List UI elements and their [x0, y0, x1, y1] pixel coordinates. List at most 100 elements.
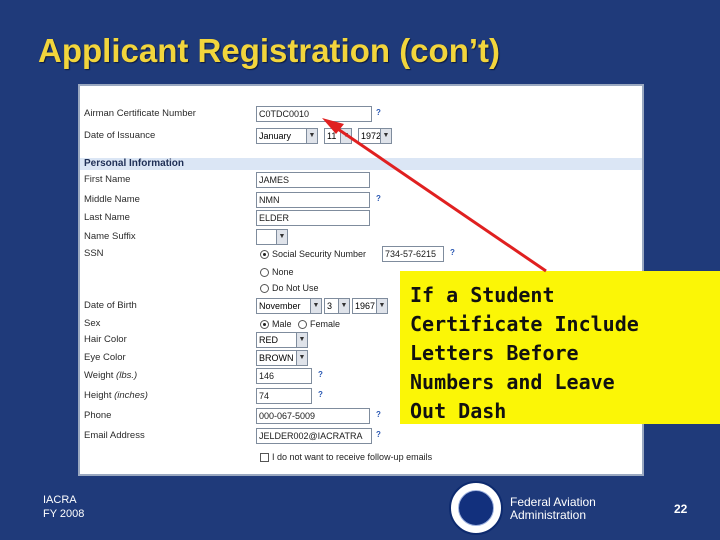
- callout-note: If a Student Certificate Include Letters…: [400, 271, 720, 424]
- dob-month-select[interactable]: November ▼: [256, 298, 322, 314]
- eye-label: Eye Color: [84, 352, 126, 363]
- issuance-day-select[interactable]: 11 ▼: [324, 128, 352, 144]
- height-unit: (inches): [114, 390, 148, 401]
- dob-day-value: 3: [327, 301, 333, 311]
- dob-year-value: 1967: [355, 301, 376, 311]
- height-label: Height: [84, 390, 112, 401]
- followup-row: I do not want to receive follow-up email…: [80, 450, 642, 468]
- middle-name-label: Middle Name: [84, 194, 140, 205]
- dob-year-select[interactable]: 1967 ▼: [352, 298, 388, 314]
- middle-name-row: Middle Name NMN ?: [80, 192, 642, 210]
- issuance-row: Date of Issuance January ▼ 11 ▼ 1972 ▼: [80, 128, 642, 146]
- suffix-row: Name Suffix ▼: [80, 229, 642, 247]
- issuance-year-value: 1972: [361, 131, 382, 141]
- callout-line: Numbers and Leave: [410, 370, 615, 394]
- ssn-input[interactable]: 734-57-6215: [382, 246, 444, 262]
- radio-icon: [298, 320, 307, 330]
- followup-label: I do not want to receive follow-up email…: [272, 452, 433, 462]
- footer-program-line2: FY 2008: [43, 508, 85, 520]
- first-name-label: First Name: [84, 174, 131, 185]
- help-icon[interactable]: ?: [374, 430, 383, 439]
- hair-value: RED: [259, 335, 279, 345]
- section-personal-information: Personal Information: [80, 158, 642, 170]
- weight-unit: (lbs.): [116, 370, 138, 381]
- issuance-month-value: January: [259, 131, 292, 141]
- issuance-year-select[interactable]: 1972 ▼: [358, 128, 392, 144]
- callout-line: Out Dash: [410, 399, 507, 423]
- weight-label: Weight: [84, 370, 114, 381]
- dob-day-select[interactable]: 3 ▼: [324, 298, 350, 314]
- eye-select[interactable]: BROWN ▼: [256, 350, 308, 366]
- faa-seal-icon: [449, 481, 503, 535]
- sex-female-label: Female: [310, 319, 341, 329]
- footer-program-line1: IACRA: [43, 494, 77, 506]
- radio-icon: [260, 284, 269, 294]
- ssn-none-label: None: [272, 267, 294, 277]
- eye-value: BROWN: [259, 353, 294, 363]
- sex-label: Sex: [84, 318, 101, 329]
- phone-input[interactable]: 000-067-5009: [256, 408, 370, 424]
- chevron-down-icon: ▼: [380, 129, 391, 143]
- help-icon[interactable]: ?: [374, 194, 383, 203]
- sex-radio-male[interactable]: Male: [260, 319, 292, 330]
- help-icon[interactable]: ?: [448, 248, 457, 257]
- issuance-day-value: 11: [327, 131, 337, 141]
- followup-checkbox[interactable]: I do not want to receive follow-up email…: [260, 452, 433, 463]
- callout-line: Letters Before: [410, 341, 579, 365]
- email-row: Email Address JELDER002@IACRATRA ?: [80, 428, 642, 446]
- issuance-month-select[interactable]: January ▼: [256, 128, 318, 144]
- page-number: 22: [674, 502, 688, 516]
- help-icon[interactable]: ?: [316, 390, 325, 399]
- callout-line: Certificate Include: [410, 312, 639, 336]
- chevron-down-icon: ▼: [296, 333, 307, 347]
- weight-input[interactable]: 146: [256, 368, 312, 384]
- sex-male-label: Male: [272, 319, 292, 329]
- airman-cert-input[interactable]: C0TDC0010: [256, 106, 372, 122]
- ssn-row: SSN Social Security Number 734-57-6215 ?: [80, 246, 642, 264]
- first-name-input[interactable]: JAMES: [256, 172, 370, 188]
- faa-seal-inner: [458, 490, 494, 526]
- hair-label: Hair Color: [84, 334, 127, 345]
- chevron-down-icon: ▼: [340, 129, 351, 143]
- weight-label-wrap: Weight (lbs.): [84, 370, 137, 381]
- sex-radio-female[interactable]: Female: [298, 319, 341, 330]
- ssn-label: SSN: [84, 248, 104, 259]
- radio-selected-icon: [260, 320, 269, 330]
- radio-selected-icon: [260, 250, 269, 260]
- ssn-radio-ssn[interactable]: Social Security Number: [260, 249, 367, 260]
- issuance-label: Date of Issuance: [84, 130, 156, 141]
- footer-agency: Federal Aviation Administration: [510, 496, 596, 522]
- help-icon[interactable]: ?: [316, 370, 325, 379]
- suffix-label: Name Suffix: [84, 231, 136, 242]
- dob-label: Date of Birth: [84, 300, 137, 311]
- first-name-row: First Name JAMES: [80, 172, 642, 190]
- email-label: Email Address: [84, 430, 145, 441]
- last-name-label: Last Name: [84, 212, 130, 223]
- ssn-dnu-label: Do Not Use: [272, 283, 319, 293]
- middle-name-input[interactable]: NMN: [256, 192, 370, 208]
- dob-month-value: November: [259, 301, 301, 311]
- chevron-down-icon: ▼: [376, 299, 387, 313]
- chevron-down-icon: ▼: [276, 230, 287, 244]
- help-icon[interactable]: ?: [374, 410, 383, 419]
- last-name-input[interactable]: ELDER: [256, 210, 370, 226]
- email-input[interactable]: JELDER002@IACRATRA: [256, 428, 372, 444]
- ssn-option-label: Social Security Number: [272, 249, 367, 259]
- radio-icon: [260, 268, 269, 278]
- help-icon[interactable]: ?: [374, 108, 383, 117]
- ssn-radio-none[interactable]: None: [260, 267, 294, 278]
- footer-agency-line2: Administration: [510, 508, 587, 522]
- chevron-down-icon: ▼: [338, 299, 349, 313]
- chevron-down-icon: ▼: [306, 129, 317, 143]
- hair-select[interactable]: RED ▼: [256, 332, 308, 348]
- chevron-down-icon: ▼: [310, 299, 321, 313]
- footer-program: IACRA FY 2008: [43, 493, 84, 521]
- last-name-row: Last Name ELDER: [80, 210, 642, 228]
- suffix-select[interactable]: ▼: [256, 229, 288, 245]
- height-label-wrap: Height (inches): [84, 390, 148, 401]
- airman-cert-row: Airman Certificate Number C0TDC0010 ?: [80, 106, 642, 124]
- height-input[interactable]: 74: [256, 388, 312, 404]
- ssn-radio-do-not-use[interactable]: Do Not Use: [260, 283, 319, 294]
- chevron-down-icon: ▼: [296, 351, 307, 365]
- airman-cert-label: Airman Certificate Number: [84, 108, 196, 119]
